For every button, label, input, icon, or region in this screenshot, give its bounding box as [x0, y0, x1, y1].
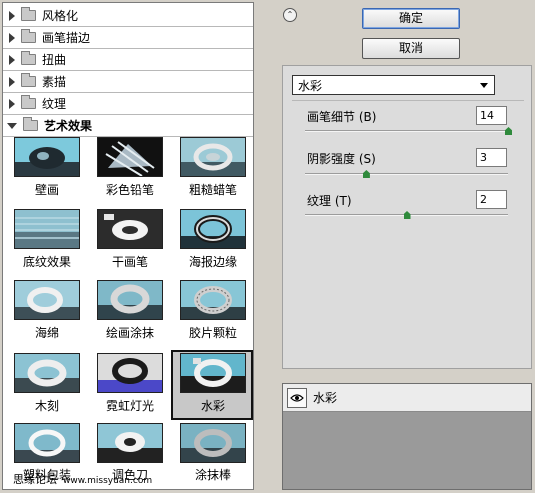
smudge-stick-thumbnail[interactable] — [180, 423, 246, 463]
filter-label: 干画笔 — [111, 255, 148, 269]
filter-label: 涂抹棒 — [194, 468, 231, 482]
shadow-intensity-slider[interactable] — [305, 170, 508, 178]
filter-label: 壁画 — [34, 183, 59, 197]
brush-detail-slider[interactable] — [305, 127, 512, 135]
category-artistic[interactable]: 艺术效果 — [3, 115, 253, 137]
category-sketch[interactable]: 素描 — [3, 71, 253, 93]
filter-label: 胶片颗粒 — [188, 326, 237, 340]
paint-daubs-thumbnail[interactable] — [97, 280, 163, 320]
filter-label: 木刻 — [34, 399, 59, 413]
category-label: 纹理 — [42, 97, 67, 111]
filter-label: 海报边缘 — [188, 255, 237, 269]
folder-open-icon — [23, 117, 38, 131]
folder-icon — [21, 73, 36, 87]
filter-label: 底纹效果 — [22, 255, 71, 269]
divider — [292, 100, 524, 101]
cancel-button[interactable]: 取消 — [362, 38, 460, 59]
category-label: 画笔描边 — [42, 31, 91, 45]
filter-select[interactable]: 水彩 — [292, 75, 495, 95]
filter-select-value: 水彩 — [298, 78, 323, 93]
texture-label: 纹理 (T) — [307, 194, 352, 208]
category-label: 扭曲 — [42, 53, 67, 67]
filter-label: 绘画涂抹 — [105, 326, 154, 340]
category-brush-strokes[interactable]: 画笔描边 — [3, 27, 253, 49]
filter-label: 彩色铅笔 — [105, 183, 154, 197]
category-stylize[interactable]: 风格化 — [3, 5, 253, 27]
brush-detail-input[interactable]: 14 — [476, 106, 507, 125]
watermark: 思缘论坛 www.missyuan.com — [13, 471, 152, 487]
neon-glow-thumbnail[interactable] — [97, 353, 163, 393]
cutout-thumbnail[interactable] — [14, 353, 80, 393]
filter-label: 海绵 — [34, 326, 59, 340]
category-distort[interactable]: 扭曲 — [3, 49, 253, 71]
category-label: 风格化 — [42, 9, 79, 23]
shadow-intensity-label: 阴影强度 (S) — [307, 152, 376, 166]
expand-triangle-icon[interactable] — [9, 10, 15, 21]
texture-input[interactable]: 2 — [476, 190, 507, 209]
expand-triangle-icon[interactable] — [9, 54, 15, 65]
effect-layer-row[interactable]: 水彩 — [283, 384, 531, 412]
watermark-site: www.missyuan.com — [63, 476, 153, 486]
fresco-thumbnail[interactable] — [14, 137, 80, 177]
dropdown-arrow-icon — [480, 83, 488, 88]
plastic-wrap-thumbnail[interactable] — [14, 423, 80, 463]
watermark-text: 思缘论坛 — [13, 473, 57, 486]
brush-detail-label: 画笔细节 (B) — [307, 110, 377, 124]
palette-knife-thumbnail[interactable] — [97, 423, 163, 463]
collapse-gallery-icon[interactable]: ⌃ — [283, 8, 297, 22]
dry-brush-thumbnail[interactable] — [97, 209, 163, 249]
ok-button[interactable]: 确定 — [362, 8, 460, 29]
filter-gallery-panel: 风格化 画笔描边 扭曲 素描 纹理 艺术效果 壁画 彩色铅笔 粗糙蜡笔 底纹效果… — [2, 2, 254, 490]
filter-label: 水彩 — [200, 399, 225, 413]
collapse-triangle-icon[interactable] — [7, 122, 17, 129]
colored-pencil-thumbnail[interactable] — [97, 137, 163, 177]
filter-label: 粗糙蜡笔 — [188, 183, 237, 197]
category-label: 艺术效果 — [44, 119, 93, 133]
filter-label: 霓虹灯光 — [105, 399, 154, 413]
rough-pastels-thumbnail[interactable] — [180, 137, 246, 177]
category-texture[interactable]: 纹理 — [3, 93, 253, 115]
watercolor-thumbnail[interactable] — [180, 353, 246, 393]
sponge-thumbnail[interactable] — [14, 280, 80, 320]
underpainting-thumbnail[interactable] — [14, 209, 80, 249]
folder-icon — [21, 51, 36, 65]
eye-icon[interactable] — [287, 387, 307, 408]
folder-icon — [21, 95, 36, 109]
effect-layers-panel: 水彩 — [282, 383, 532, 490]
shadow-intensity-input[interactable]: 3 — [476, 148, 507, 167]
texture-slider[interactable] — [305, 211, 508, 219]
poster-edges-thumbnail[interactable] — [180, 209, 246, 249]
expand-triangle-icon[interactable] — [9, 32, 15, 43]
effect-layer-name: 水彩 — [313, 391, 338, 405]
folder-icon — [21, 7, 36, 21]
film-grain-thumbnail[interactable] — [180, 280, 246, 320]
expand-triangle-icon[interactable] — [9, 98, 15, 109]
expand-triangle-icon[interactable] — [9, 76, 15, 87]
category-label: 素描 — [42, 75, 67, 89]
folder-icon — [21, 29, 36, 43]
